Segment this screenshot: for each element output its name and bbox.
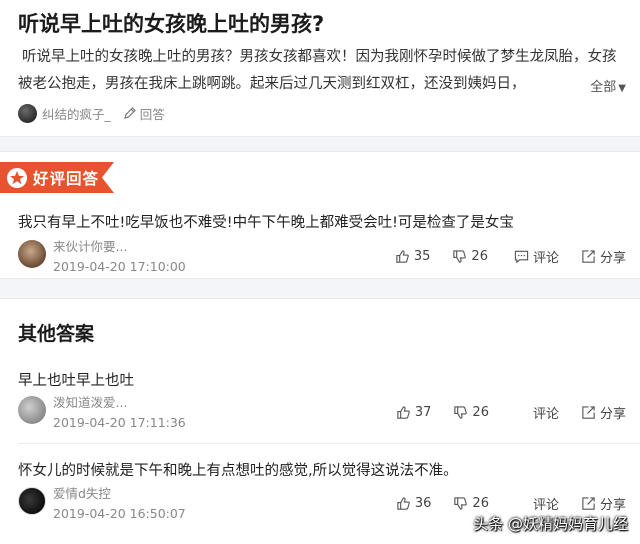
chevron-down-icon: ▼ (618, 83, 626, 94)
pen-icon[interactable] (123, 106, 137, 120)
question-description: 听说早上吐的女孩晚上吐的男孩？男孩女孩都喜欢！因为我刚怀孕时候做了梦生龙凤胎，女… (18, 44, 622, 98)
author-name[interactable]: 爱情d失控 (53, 486, 186, 502)
comment-button[interactable]: 评论 (533, 494, 559, 513)
expand-all-button[interactable]: 全部 ▼ (584, 76, 626, 95)
share-label: 分享 (599, 407, 626, 422)
share-icon (582, 497, 595, 510)
like-count: 35 (413, 249, 431, 264)
comment-label: 评论 (532, 251, 559, 266)
like-button[interactable]: 37 (396, 405, 432, 420)
comment-label: 评论 (532, 407, 559, 422)
other-answers-card: 其他答案 早上也吐早上也吐 泼知道泼爱... 2019-04-20 17:11:… (0, 298, 640, 544)
thumbs-up-icon (397, 406, 410, 419)
avatar[interactable] (18, 240, 46, 268)
thumbs-down-icon (454, 497, 468, 510)
question-card: 听说早上吐的女孩晚上吐的男孩? 听说早上吐的女孩晚上吐的男孩？男孩女孩都喜欢！因… (0, 0, 640, 137)
answer-time: 2019-04-20 17:10:00 (53, 259, 186, 274)
share-button[interactable]: 分享 (581, 494, 626, 513)
dislike-button[interactable]: 26 (453, 405, 489, 420)
share-label: 分享 (599, 498, 626, 513)
like-count: 37 (414, 405, 432, 420)
best-answer-badge: 好评回答 (0, 162, 114, 193)
answer-actions: 35 26 评论 分享 (373, 247, 626, 266)
like-button[interactable]: 36 (396, 496, 432, 511)
dislike-count: 26 (472, 405, 489, 420)
expand-all-label: 全部 (590, 80, 617, 95)
avatar[interactable] (18, 103, 37, 123)
dislike-count: 26 (472, 496, 489, 511)
answer-time: 2019-04-20 16:50:07 (53, 506, 186, 521)
like-button[interactable]: 35 (395, 249, 431, 264)
author-name[interactable]: 泼知道泼爱... (53, 395, 186, 411)
reply-button[interactable]: 回答 (140, 104, 165, 123)
share-icon (582, 406, 595, 419)
question-description-text: 听说早上吐的女孩晚上吐的男孩？男孩女孩都喜欢！因为我刚怀孕时候做了梦生龙凤胎，女… (18, 49, 617, 92)
question-title: 听说早上吐的女孩晚上吐的男孩? (18, 12, 325, 36)
avatar[interactable] (18, 487, 46, 515)
share-label: 分享 (599, 251, 626, 266)
answer-author: 爱情d失控 2019-04-20 16:50:07 (18, 486, 186, 522)
thumbs-up-icon (396, 250, 409, 263)
best-answer-card: 好评回答 我只有早上不吐!吃早饭也不难受!中午下午晚上都难受会吐!可是检查了是女… (0, 151, 640, 279)
share-button[interactable]: 分享 (581, 247, 626, 266)
answer-text: 早上也吐早上也吐 (18, 373, 134, 389)
answer-actions: 37 26 评论 分享 (374, 403, 626, 422)
share-button[interactable]: 分享 (581, 403, 626, 422)
comment-button[interactable]: 评论 (533, 403, 559, 422)
divider (18, 443, 640, 444)
answer-author: 来伙计你要... 2019-04-20 17:10:00 (18, 239, 186, 275)
dislike-button[interactable]: 26 (452, 249, 488, 264)
watermark: 头条 @妖精妈妈育儿经 (473, 515, 628, 533)
dislike-button[interactable]: 26 (453, 496, 489, 511)
answer-text: 我只有早上不吐!吃早饭也不难受!中午下午晚上都难受会吐!可是检查了是女宝 (18, 215, 514, 231)
answer-author: 泼知道泼爱... 2019-04-20 17:11:36 (18, 395, 186, 431)
question-author[interactable]: 纠结的疯子_ (42, 104, 111, 123)
answer-time: 2019-04-20 17:11:36 (53, 415, 186, 430)
star-icon (7, 167, 27, 188)
avatar[interactable] (18, 396, 46, 424)
like-count: 36 (414, 496, 432, 511)
thumbs-down-icon (454, 406, 468, 419)
thumbs-down-icon (453, 250, 467, 263)
badge-label: 好评回答 (33, 169, 100, 188)
comment-label: 评论 (532, 498, 559, 513)
comment-icon (514, 250, 529, 264)
section-title: 其他答案 (18, 323, 95, 345)
share-icon (582, 250, 595, 263)
answer-text: 怀女儿的时候就是下午和晚上有点想吐的感觉,所以觉得这说法不准。 (18, 463, 458, 479)
thumbs-up-icon (397, 497, 410, 510)
author-name[interactable]: 来伙计你要... (53, 239, 186, 255)
question-meta: 纠结的疯子_ 回答 (18, 102, 165, 124)
comment-button[interactable]: 评论 (514, 247, 559, 266)
answer-actions: 36 26 评论 分享 (374, 494, 626, 513)
dislike-count: 26 (471, 249, 488, 264)
